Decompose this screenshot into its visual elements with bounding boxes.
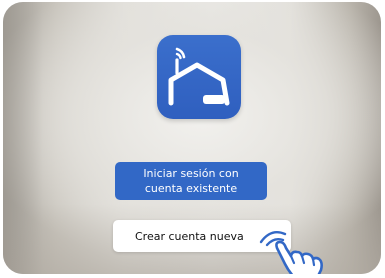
create-account-label: Crear cuenta nueva [135,229,244,243]
tap-hand-icon [257,218,327,274]
house-antenna-icon [168,47,230,106]
login-existing-account-button[interactable]: Iniciar sesión con cuenta existente [115,162,267,200]
app-logo-icon [157,35,241,119]
welcome-screen: Iniciar sesión con cuenta existente Crea… [3,2,381,274]
